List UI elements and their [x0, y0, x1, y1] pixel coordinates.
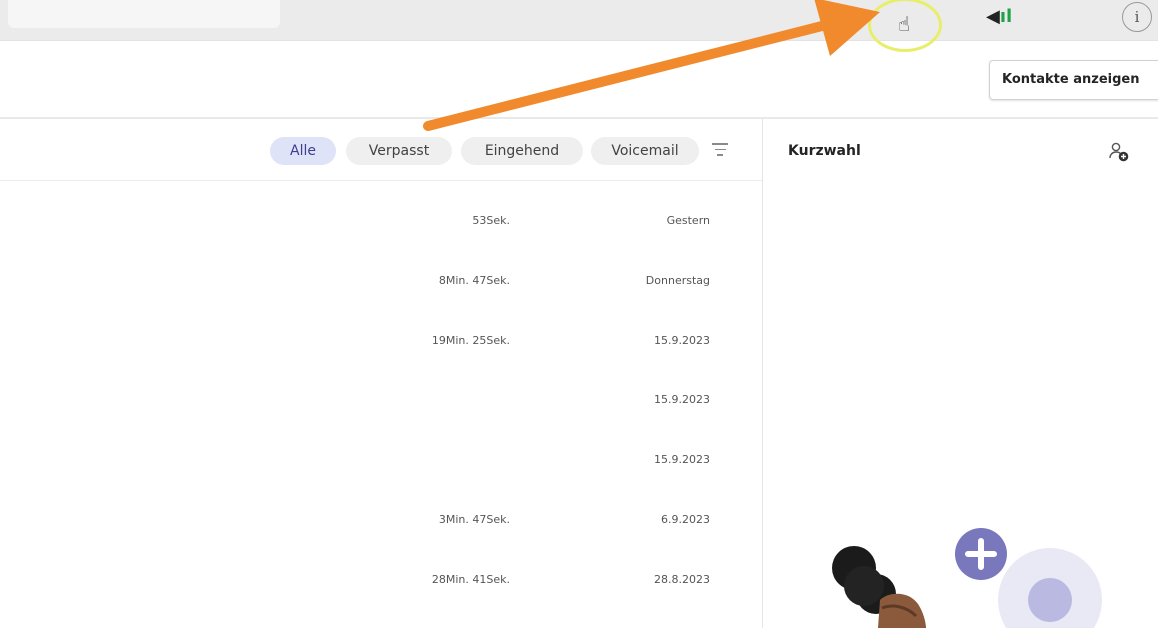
plus-circle-icon: [955, 528, 1007, 580]
call-date: 15.9.2023: [654, 334, 710, 347]
info-icon[interactable]: i: [1122, 2, 1152, 32]
speed-dial-illustration: [820, 520, 1120, 632]
call-row[interactable]: 8Min. 47Sek. Donnerstag: [0, 274, 762, 314]
call-row[interactable]: 28Min. 41Sek. 28.8.2023: [0, 573, 762, 613]
filter-chip-missed[interactable]: Verpasst: [346, 137, 452, 165]
pane-divider: [762, 119, 763, 628]
call-date: 28.8.2023: [654, 573, 710, 586]
call-row[interactable]: 53Sek. Gestern: [0, 214, 762, 254]
volume-icon[interactable]: ◀ıl: [986, 6, 1012, 27]
filter-icon[interactable]: [712, 143, 728, 157]
call-date: 15.9.2023: [654, 393, 710, 406]
call-duration: 28Min. 41Sek.: [431, 573, 510, 586]
call-duration: 3Min. 47Sek.: [438, 513, 510, 526]
call-row[interactable]: 15.9.2023: [0, 453, 762, 493]
hand-cursor-icon: ☝: [898, 12, 911, 36]
call-date: Donnerstag: [645, 274, 710, 287]
call-date: Gestern: [666, 214, 710, 227]
filter-chip-incoming[interactable]: Eingehend: [461, 137, 583, 165]
list-header-divider: [0, 180, 762, 181]
call-duration: 8Min. 47Sek.: [438, 274, 510, 287]
hand-cursor-button[interactable]: ☝: [868, 0, 944, 54]
toolbar-divider: [0, 40, 1158, 41]
call-duration: 19Min. 25Sek.: [431, 334, 510, 347]
call-row[interactable]: 19Min. 25Sek. 15.9.2023: [0, 334, 762, 374]
show-contacts-button[interactable]: Kontakte anzeigen: [989, 60, 1158, 100]
speed-dial-title: Kurzwahl: [788, 143, 861, 159]
add-contact-icon[interactable]: [1108, 141, 1130, 163]
address-bar[interactable]: [8, 0, 280, 28]
filter-chip-voicemail[interactable]: Voicemail: [591, 137, 699, 165]
call-row[interactable]: 15.9.2023: [0, 393, 762, 433]
call-date: 6.9.2023: [661, 513, 710, 526]
browser-toolbar: [0, 0, 1158, 40]
filter-chip-all[interactable]: Alle: [270, 137, 336, 165]
header-divider: [0, 117, 1158, 119]
call-date: 15.9.2023: [654, 453, 710, 466]
call-row[interactable]: 3Min. 47Sek. 6.9.2023: [0, 513, 762, 553]
call-duration: 53Sek.: [472, 214, 510, 227]
